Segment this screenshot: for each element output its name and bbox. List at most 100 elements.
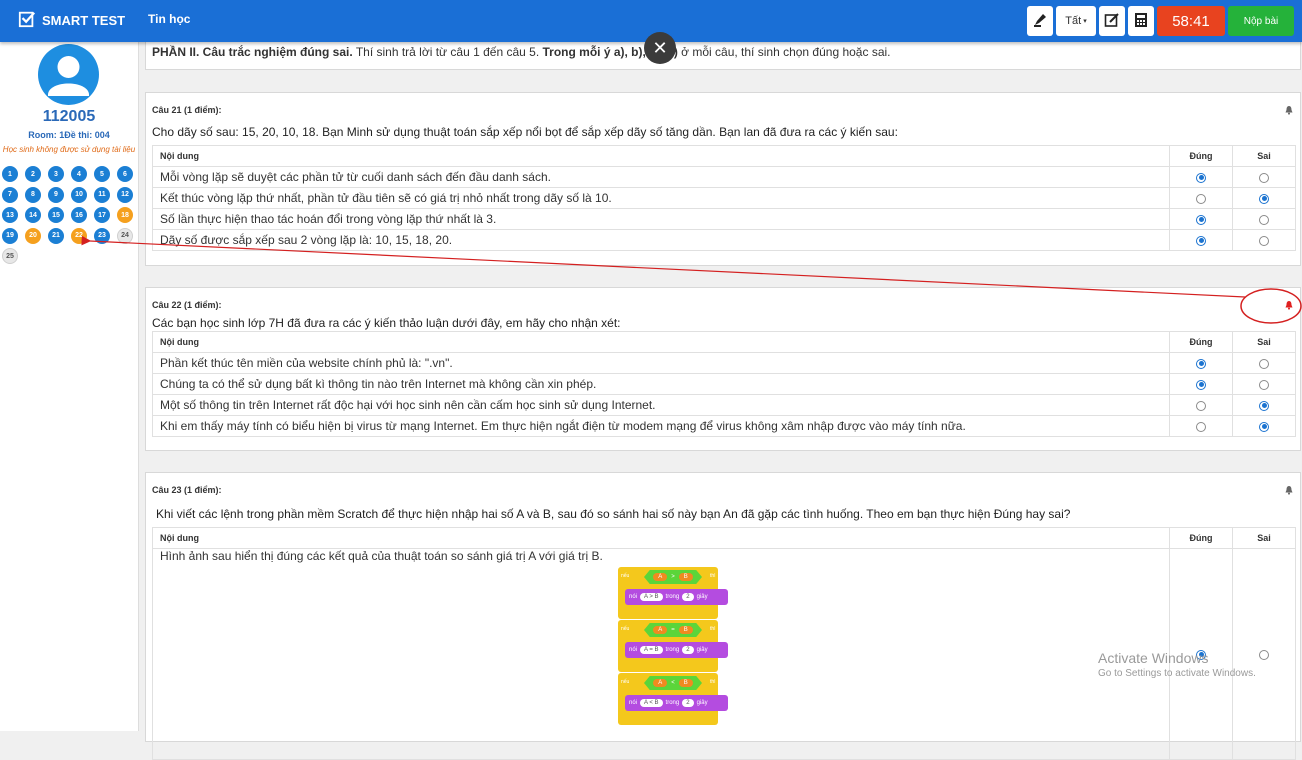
condition-block: A = B [644, 623, 702, 637]
question-nav-15[interactable]: 15 [48, 207, 64, 224]
radio-true[interactable] [1196, 214, 1206, 225]
false-cell[interactable] [1232, 187, 1296, 209]
col-content: Nội dung [152, 331, 1170, 353]
col-true: Đúng [1169, 145, 1233, 167]
then-label: thì [710, 679, 716, 685]
part-text-1: Thí sinh trả lời từ câu 1 đến câu 5. [352, 45, 543, 59]
question-nav-3[interactable]: 3 [48, 166, 64, 182]
false-cell[interactable] [1232, 166, 1296, 188]
question-nav-9[interactable]: 9 [48, 186, 64, 203]
false-cell[interactable] [1232, 373, 1296, 395]
edit-icon [1104, 12, 1120, 31]
question-nav-19[interactable]: 19 [2, 227, 18, 244]
true-cell[interactable] [1169, 187, 1233, 209]
row-text: Số lần thực hiện thao tác hoán đổi trong… [152, 208, 1170, 230]
part-text-2: ở mỗi câu, thí sinh chọn đúng hoặc sai. [677, 45, 891, 59]
bell-icon[interactable] [1284, 105, 1294, 115]
false-cell[interactable] [1232, 208, 1296, 230]
radio-true[interactable] [1196, 172, 1206, 183]
question-nav-14[interactable]: 14 [25, 207, 41, 224]
table-row: Phần kết thúc tên miền của website chính… [152, 352, 1296, 374]
question-nav-6[interactable]: 6 [117, 166, 133, 182]
question-nav-17[interactable]: 17 [94, 207, 110, 224]
question-area: PHẦN II. Câu trắc nghiệm đúng sai. Thí s… [145, 40, 1301, 760]
radio-false[interactable] [1259, 235, 1269, 246]
question-nav-4[interactable]: 4 [71, 166, 87, 182]
bell-icon[interactable] [1284, 300, 1294, 310]
radio-true[interactable] [1196, 400, 1206, 411]
calculator-button[interactable] [1128, 6, 1154, 36]
true-cell[interactable] [1169, 229, 1233, 251]
radio-false[interactable] [1259, 358, 1269, 369]
bell-icon[interactable] [1284, 485, 1294, 495]
question-nav-8[interactable]: 8 [25, 186, 41, 203]
true-cell[interactable] [1169, 166, 1233, 188]
question-nav-12[interactable]: 12 [117, 186, 133, 203]
true-cell[interactable] [1169, 394, 1233, 416]
col-content: Nội dung [152, 145, 1170, 167]
radio-true[interactable] [1196, 379, 1206, 390]
filter-label: Tất [1065, 15, 1082, 27]
answer-table: Nội dung Đúng Sai Phần kết thúc tên miền c… [152, 331, 1296, 437]
question-nav-20[interactable]: 20 [25, 227, 41, 244]
question-nav-11[interactable]: 11 [94, 186, 110, 203]
false-cell[interactable] [1232, 415, 1296, 437]
question-21: Câu 21 (1 điểm): Cho dãy số sau: 15, 20,… [145, 92, 1301, 266]
question-nav-18[interactable]: 18 [117, 207, 133, 224]
radio-true[interactable] [1196, 235, 1206, 246]
filter-dropdown[interactable]: Tất ▾ [1056, 6, 1096, 36]
table-row: Dãy số được sắp xếp sau 2 vòng lặp là: 1… [152, 229, 1296, 251]
submit-button[interactable]: Nộp bài [1228, 6, 1294, 36]
radio-false[interactable] [1259, 193, 1269, 204]
false-cell[interactable] [1232, 394, 1296, 416]
question-title: Câu 21 (1 điểm): [152, 105, 222, 115]
radio-true[interactable] [1196, 358, 1206, 369]
radio-false[interactable] [1259, 379, 1269, 390]
true-cell[interactable] [1169, 208, 1233, 230]
question-nav-24[interactable]: 24 [117, 227, 133, 244]
question-nav-25[interactable]: 25 [2, 248, 18, 265]
question-nav-2[interactable]: 2 [25, 166, 41, 182]
radio-true[interactable] [1196, 421, 1206, 432]
windows-activation-hint: Go to Settings to activate Windows. [1098, 668, 1256, 679]
row-text: Kết thúc vòng lặp thứ nhất, phần tử đầu … [152, 187, 1170, 209]
question-text: Khi viết các lệnh trong phần mềm Scratch… [156, 507, 1071, 521]
question-nav-5[interactable]: 5 [94, 166, 110, 182]
col-true: Đúng [1169, 331, 1233, 353]
condition-block: A < B [644, 676, 702, 690]
question-nav-10[interactable]: 10 [71, 186, 87, 203]
radio-false[interactable] [1259, 172, 1269, 183]
highlighter-button[interactable] [1027, 6, 1053, 36]
notes-button[interactable] [1099, 6, 1125, 36]
false-cell[interactable] [1232, 229, 1296, 251]
question-title: Câu 23 (1 điểm): [152, 485, 222, 495]
answer-table: Nội dung Đúng Sai Hình ảnh sau hiển thị đú… [152, 527, 1296, 760]
false-cell[interactable] [1232, 548, 1296, 760]
question-nav-22[interactable]: 22 [71, 227, 87, 244]
radio-false[interactable] [1259, 649, 1269, 660]
radio-false[interactable] [1259, 400, 1269, 411]
close-button[interactable]: ✕ [644, 32, 676, 64]
room-info: Room: 1Đề thi: 004 [28, 130, 110, 140]
radio-true[interactable] [1196, 193, 1206, 204]
true-cell[interactable] [1169, 415, 1233, 437]
col-false: Sai [1232, 527, 1296, 549]
question-nav-23[interactable]: 23 [94, 227, 110, 244]
true-cell[interactable] [1169, 373, 1233, 395]
question-nav-1[interactable]: 1 [2, 166, 18, 182]
table-row: Khi em thấy máy tính có biểu hiện bị vir… [152, 415, 1296, 437]
question-nav-16[interactable]: 16 [71, 207, 87, 224]
question-nav-21[interactable]: 21 [48, 227, 64, 244]
true-cell[interactable] [1169, 352, 1233, 374]
question-nav-13[interactable]: 13 [2, 207, 18, 224]
false-cell[interactable] [1232, 352, 1296, 374]
radio-false[interactable] [1259, 214, 1269, 225]
subject-title: Tin học [148, 12, 191, 26]
windows-activation-title: Activate Windows [1098, 650, 1209, 666]
row-text: Phần kết thúc tên miền của website chính… [152, 352, 1170, 374]
table-row: Kết thúc vòng lặp thứ nhất, phần tử đầu … [152, 187, 1296, 209]
question-nav-7[interactable]: 7 [2, 186, 18, 203]
table-row: Mỗi vòng lặp sẽ duyệt các phần tử từ cuố… [152, 166, 1296, 188]
radio-false[interactable] [1259, 421, 1269, 432]
row-text: Dãy số được sắp xếp sau 2 vòng lặp là: 1… [152, 229, 1170, 251]
